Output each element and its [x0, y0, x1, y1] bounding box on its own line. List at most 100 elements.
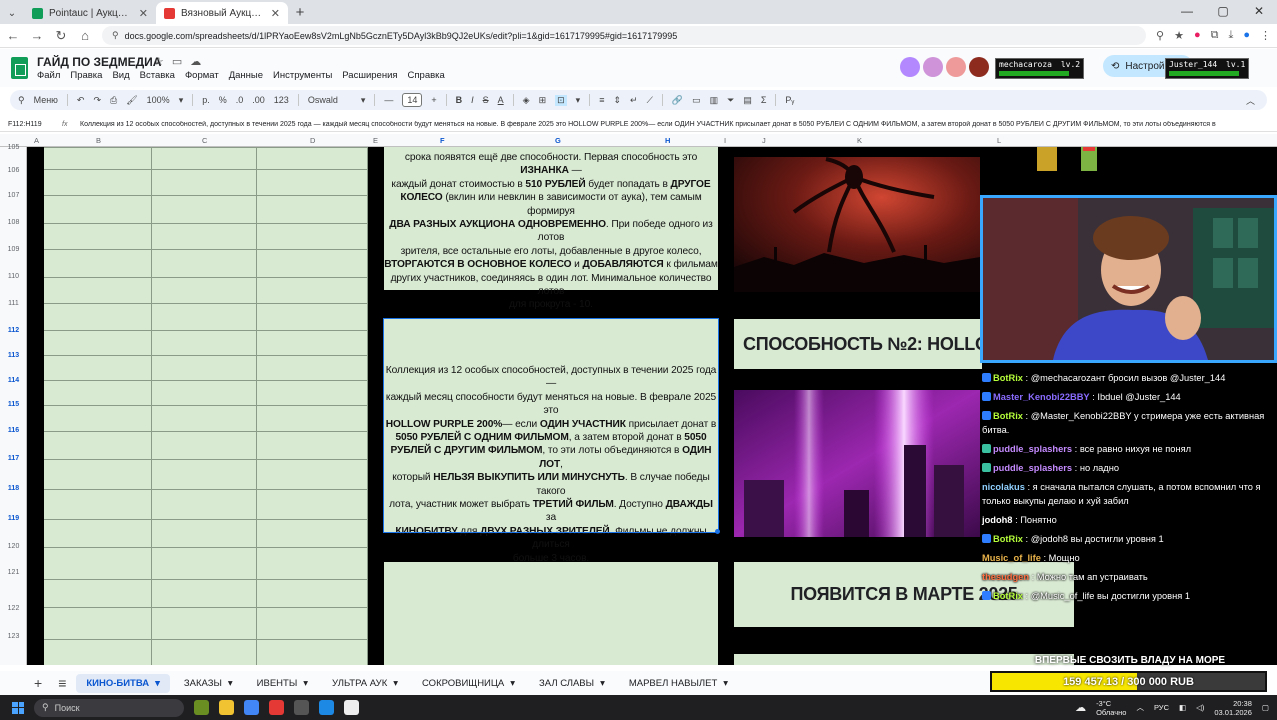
- align-horizontal-icon[interactable]: ≡: [599, 95, 604, 105]
- row-106[interactable]: 106: [0, 167, 27, 174]
- insert-link-icon[interactable]: 🔗: [672, 95, 683, 106]
- sheet-tab-ultra-auk[interactable]: УЛЬТРА АУК ▾: [322, 674, 408, 693]
- avatar[interactable]: [969, 57, 989, 77]
- column-g[interactable]: G: [555, 136, 561, 145]
- borders-icon[interactable]: ⊞: [539, 95, 547, 106]
- increase-decimal-button[interactable]: .00: [252, 95, 265, 105]
- percent-format-button[interactable]: %: [219, 95, 227, 105]
- currency-format-button[interactable]: р.: [202, 95, 210, 105]
- green-cells-region[interactable]: [44, 147, 368, 665]
- font-size-increase-button[interactable]: +: [431, 95, 436, 105]
- selection-fill-handle[interactable]: [715, 529, 720, 534]
- row-112[interactable]: 112: [0, 327, 27, 334]
- column-e[interactable]: E: [373, 136, 378, 145]
- undo-icon[interactable]: ↶: [77, 95, 85, 106]
- taskbar-search[interactable]: ⚲ Поиск: [34, 698, 184, 717]
- empty-card[interactable]: [384, 562, 718, 665]
- row-121[interactable]: 121: [0, 569, 27, 576]
- row-119[interactable]: 119: [0, 515, 27, 522]
- row-113[interactable]: 113: [0, 352, 27, 359]
- sheets-logo-icon[interactable]: [11, 57, 28, 79]
- decrease-decimal-button[interactable]: .0: [236, 95, 244, 105]
- weather-widget[interactable]: -3°C Облачно: [1096, 699, 1126, 717]
- column-i[interactable]: I: [724, 136, 726, 145]
- row-114[interactable]: 114: [0, 377, 27, 384]
- close-icon[interactable]: ✕: [139, 7, 148, 20]
- maximize-icon[interactable]: ▢: [1205, 4, 1241, 18]
- text-color-button[interactable]: A: [498, 95, 504, 105]
- menu-format[interactable]: Формат: [185, 70, 219, 81]
- row-105[interactable]: 105: [0, 144, 27, 151]
- column-d[interactable]: D: [310, 136, 315, 145]
- collapse-toolbar-icon[interactable]: ︿: [1246, 94, 1255, 107]
- italic-button[interactable]: I: [471, 95, 474, 105]
- avatar[interactable]: [946, 57, 966, 77]
- align-vertical-icon[interactable]: ⇕: [613, 95, 621, 106]
- new-tab-button[interactable]: +: [288, 2, 312, 24]
- menu-edit[interactable]: Правка: [70, 70, 102, 81]
- forward-icon[interactable]: →: [30, 28, 44, 43]
- font-select[interactable]: Oswald: [308, 95, 352, 105]
- kebab-menu-icon[interactable]: ⋮: [1260, 29, 1271, 42]
- move-folder-icon[interactable]: ▭: [172, 55, 182, 68]
- bold-button[interactable]: B: [456, 95, 463, 105]
- row-109[interactable]: 109: [0, 246, 27, 253]
- avatar[interactable]: [923, 57, 943, 77]
- font-size-decrease-button[interactable]: —: [384, 95, 393, 105]
- sheet-tab-kino-bitva[interactable]: КИНО-БИТВА ▾: [76, 673, 170, 693]
- paint-format-icon[interactable]: 🖌: [126, 95, 137, 106]
- close-window-icon[interactable]: ✕: [1241, 4, 1277, 18]
- ability2-description-card[interactable]: Коллекция из 12 особых способностей, дос…: [383, 318, 719, 564]
- app-icon[interactable]: [344, 700, 359, 715]
- document-title[interactable]: ГАЙД ПО ЗЕДМЕДИА: [37, 55, 161, 69]
- download-icon[interactable]: ⤓: [1228, 29, 1233, 42]
- extensions-puzzle-icon[interactable]: ⧉: [1211, 29, 1219, 42]
- merge-cells-icon[interactable]: ⊡: [555, 94, 567, 106]
- star-icon[interactable]: ☆: [154, 55, 164, 68]
- zoom-icon[interactable]: ⚲: [1156, 29, 1164, 42]
- column-j[interactable]: J: [762, 136, 766, 145]
- column-c[interactable]: C: [202, 136, 207, 145]
- filter-views-icon[interactable]: ▤: [743, 95, 752, 106]
- all-sheets-icon[interactable]: ≡: [52, 675, 72, 691]
- telegram-icon[interactable]: [319, 700, 334, 715]
- clock[interactable]: 20:38 03.01.2026: [1214, 699, 1252, 717]
- number-format-button[interactable]: 123: [274, 95, 289, 105]
- cloud-status-icon[interactable]: ☁: [190, 55, 201, 68]
- menu-extensions[interactable]: Расширения: [342, 70, 397, 81]
- chevron-up-icon[interactable]: ︿: [1136, 702, 1144, 713]
- functions-icon[interactable]: Σ: [761, 95, 767, 105]
- text-wrap-icon[interactable]: ↵: [630, 95, 638, 106]
- ability1-description-card[interactable]: срока появятся ещё две способности. Перв…: [384, 147, 718, 310]
- menu-insert[interactable]: Вставка: [140, 70, 175, 81]
- windows-start-icon[interactable]: [12, 701, 24, 714]
- add-sheet-button[interactable]: +: [28, 675, 48, 691]
- back-icon[interactable]: ←: [6, 28, 20, 43]
- row-123[interactable]: 123: [0, 633, 27, 640]
- landscape-app-icon[interactable]: [194, 700, 209, 715]
- input-tools-icon[interactable]: Pᵧ: [785, 95, 794, 105]
- obs-icon[interactable]: [294, 700, 309, 715]
- column-a[interactable]: A: [34, 136, 39, 145]
- print-icon[interactable]: ⎙: [110, 95, 117, 106]
- browser-tab-auction[interactable]: Вязновый Аукцион ✕: [156, 2, 288, 24]
- language-indicator[interactable]: РУС: [1154, 703, 1169, 712]
- profile-avatar[interactable]: ●: [1243, 29, 1250, 42]
- tab-search-icon[interactable]: ⌄: [0, 2, 24, 24]
- name-box[interactable]: F112:H119: [0, 121, 62, 128]
- extension-icon[interactable]: ●: [1194, 29, 1201, 42]
- sheet-tab-iventy[interactable]: ИВЕНТЫ ▾: [247, 674, 318, 693]
- redo-icon[interactable]: ↷: [93, 95, 101, 106]
- chrome-icon[interactable]: [244, 700, 259, 715]
- sheet-tab-marvel[interactable]: МАРВЕЛ НАВЫЛЕТ ▾: [619, 674, 738, 693]
- reload-icon[interactable]: ↻: [54, 28, 68, 44]
- column-h[interactable]: H: [665, 136, 670, 145]
- close-icon[interactable]: ✕: [271, 7, 280, 20]
- ability2-heading[interactable]: СПОСОБНОСТЬ №2: HOLLOW PU: [734, 319, 982, 369]
- app-icon[interactable]: [269, 700, 284, 715]
- column-f[interactable]: F: [440, 136, 445, 145]
- column-b[interactable]: B: [96, 136, 101, 145]
- avatar[interactable]: [900, 57, 920, 77]
- sheet-tab-zakazy[interactable]: ЗАКАЗЫ ▾: [174, 674, 243, 693]
- row-111[interactable]: 111: [0, 300, 27, 307]
